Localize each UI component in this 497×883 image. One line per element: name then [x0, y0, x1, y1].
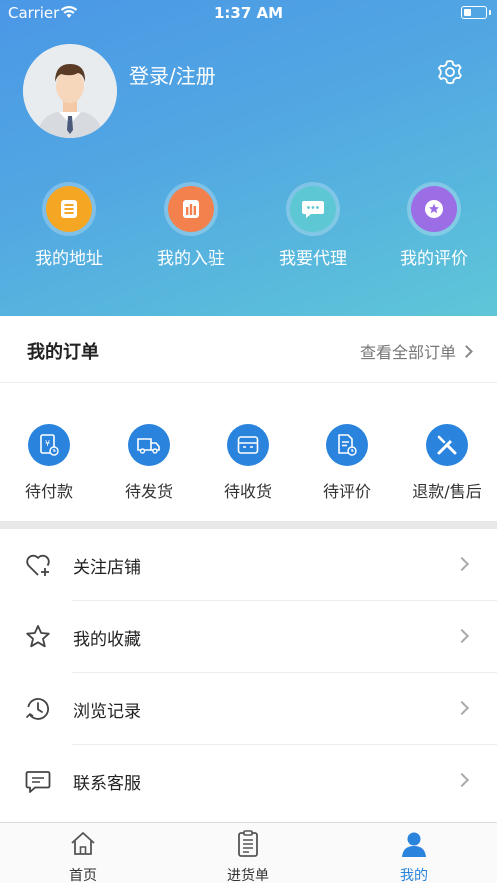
- tab-label: 首页: [69, 868, 97, 883]
- chevron-right-icon: [454, 628, 470, 644]
- wrench-screwdriver-icon: [426, 424, 468, 466]
- status-bar: Carrier 1:37 AM: [0, 0, 497, 28]
- chat-bubble-icon: [290, 186, 336, 232]
- menu-item-label: 浏览记录: [73, 702, 141, 722]
- avatar[interactable]: [23, 44, 117, 138]
- gear-icon[interactable]: [436, 58, 464, 86]
- truck-icon: [128, 424, 170, 466]
- login-register-link[interactable]: 登录/注册: [129, 60, 216, 89]
- message-icon: [25, 771, 51, 793]
- menu-item-favorites[interactable]: 我的收藏: [0, 601, 497, 673]
- tab-label: 我的: [400, 868, 428, 883]
- quick-action-settle[interactable]: 我的入驻: [146, 186, 236, 269]
- order-status-pending-review[interactable]: 待评价: [302, 424, 392, 502]
- user-icon: [402, 832, 426, 857]
- heart-plus-icon: [26, 554, 50, 576]
- star-badge-icon: [411, 186, 457, 232]
- star-icon: [26, 625, 50, 648]
- order-status-pending-receipt[interactable]: 待收货: [203, 424, 293, 502]
- orders-title: 我的订单: [27, 342, 99, 363]
- menu-item-customer-service[interactable]: 联系客服: [0, 745, 497, 817]
- tab-mine[interactable]: 我的: [364, 829, 464, 883]
- chevron-right-icon: [460, 345, 473, 358]
- orders-section-header: 我的订单 查看全部订单: [0, 316, 497, 383]
- chevron-right-icon: [454, 556, 470, 572]
- home-icon: [71, 832, 95, 855]
- battery-icon: [461, 6, 491, 19]
- bottom-tab-bar: 首页 进货单 我的: [0, 822, 497, 883]
- view-all-orders-link[interactable]: 查看全部订单: [359, 339, 473, 363]
- chevron-right-icon: [454, 700, 470, 716]
- menu-item-label: 联系客服: [73, 774, 141, 794]
- tab-label: 进货单: [227, 868, 269, 883]
- menu-item-label: 关注店铺: [73, 558, 141, 578]
- app-root: Carrier 1:37 AM 登录/注册 我的地址 我的入驻 我要代理 我的评…: [0, 0, 497, 883]
- menu-item-browse-history[interactable]: 浏览记录: [0, 673, 497, 745]
- menu-item-label: 我的收藏: [73, 630, 141, 650]
- quick-action-address[interactable]: 我的地址: [24, 186, 114, 269]
- quick-action-label: 我的入驻: [157, 249, 225, 269]
- order-status-label: 待评价: [322, 482, 371, 501]
- order-status-pending-shipment[interactable]: 待发货: [104, 424, 194, 502]
- clock: 1:37 AM: [213, 4, 284, 22]
- menu-item-followed-stores[interactable]: 关注店铺: [0, 529, 497, 601]
- svg-text:¥: ¥: [45, 439, 50, 448]
- quick-action-agent[interactable]: 我要代理: [268, 186, 358, 269]
- address-icon: [46, 186, 92, 232]
- clipboard-list-icon: [238, 830, 258, 857]
- order-status-label: 待收货: [223, 482, 272, 501]
- bar-chart-icon: [168, 186, 214, 232]
- tab-purchase-order[interactable]: 进货单: [198, 829, 298, 883]
- profile-header: Carrier 1:37 AM 登录/注册 我的地址 我的入驻 我要代理 我的评…: [0, 0, 497, 316]
- section-divider: [0, 521, 497, 529]
- tab-home[interactable]: 首页: [33, 829, 133, 883]
- quick-action-label: 我的评价: [400, 249, 468, 269]
- package-box-icon: [227, 424, 269, 466]
- person-avatar-icon: [23, 44, 117, 138]
- quick-action-label: 我的地址: [35, 249, 103, 269]
- view-all-orders-label: 查看全部订单: [359, 343, 456, 362]
- order-status-label: 待发货: [124, 482, 173, 501]
- order-status-pending-payment[interactable]: ¥ 待付款: [4, 424, 94, 502]
- order-status-refund-aftersale[interactable]: 退款/售后: [402, 424, 492, 502]
- order-status-label: 待付款: [24, 482, 73, 501]
- payment-bill-icon: ¥: [28, 424, 70, 466]
- clock-history-icon: [25, 698, 49, 720]
- quick-action-review[interactable]: 我的评价: [389, 186, 479, 269]
- order-status-label: 退款/售后: [412, 482, 482, 501]
- chevron-right-icon: [454, 772, 470, 788]
- quick-action-label: 我要代理: [279, 249, 347, 269]
- review-document-icon: [326, 424, 368, 466]
